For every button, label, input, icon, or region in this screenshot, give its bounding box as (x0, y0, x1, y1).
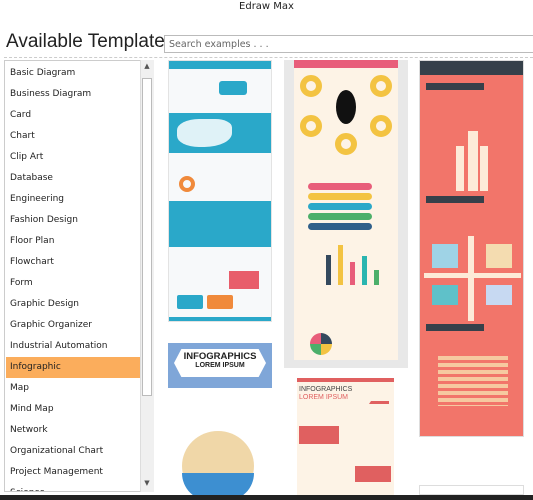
category-item-map[interactable]: Map (6, 378, 140, 399)
category-item-engineering[interactable]: Engineering (6, 189, 140, 210)
template-thumbnail[interactable]: INFOGRAPHICS LOREM IPSUM (297, 378, 394, 500)
template-subtitle: LOREM IPSUM (195, 362, 245, 369)
category-list: Basic Diagram Business Diagram Card Chart Cl… (4, 60, 154, 492)
scroll-up-icon[interactable]: ▲ (142, 62, 152, 74)
template-title: INFOGRAPHICS (183, 351, 257, 362)
category-item-network[interactable]: Network (6, 420, 140, 441)
divider (4, 57, 533, 58)
category-item-organizational-chart[interactable]: Organizational Chart (6, 441, 140, 462)
bottom-bar (0, 495, 533, 500)
search-input[interactable] (164, 35, 533, 53)
category-item-industrial-automation[interactable]: Industrial Automation (6, 336, 140, 357)
category-item-flowchart[interactable]: Flowchart (6, 252, 140, 273)
template-thumbnail[interactable] (419, 485, 524, 495)
category-item-fashion-design[interactable]: Fashion Design (6, 210, 140, 231)
template-thumbnail[interactable] (168, 60, 272, 322)
category-item-graphic-organizer[interactable]: Graphic Organizer (6, 315, 140, 336)
category-item-database[interactable]: Database (6, 168, 140, 189)
category-item-science[interactable]: Science (6, 483, 140, 491)
category-item-chart[interactable]: Chart (6, 126, 140, 147)
template-thumbnail[interactable] (284, 60, 408, 368)
category-item-card[interactable]: Card (6, 105, 140, 126)
category-item-infographic[interactable]: Infographic (6, 357, 140, 378)
template-thumbnail[interactable] (419, 60, 524, 437)
category-item-business-diagram[interactable]: Business Diagram (6, 84, 140, 105)
category-item-project-management[interactable]: Project Management (6, 462, 140, 483)
category-item-form[interactable]: Form (6, 273, 140, 294)
category-item-floor-plan[interactable]: Floor Plan (6, 231, 140, 252)
app-title: Edraw Max (239, 1, 294, 12)
category-item-basic-diagram[interactable]: Basic Diagram (6, 63, 140, 84)
scroll-down-icon[interactable]: ▼ (142, 479, 152, 491)
template-subtitle: LOREM IPSUM (299, 394, 349, 401)
category-item-graphic-design[interactable]: Graphic Design (6, 294, 140, 315)
category-item-mind-map[interactable]: Mind Map (6, 399, 140, 420)
template-title: INFOGRAPHICS (299, 386, 353, 393)
template-thumbnail[interactable]: INFOGRAPHICS LOREM IPSUM (168, 343, 272, 500)
page-title: Available Templates (6, 31, 175, 52)
scrollbar-thumb[interactable] (142, 78, 152, 396)
category-item-clip-art[interactable]: Clip Art (6, 147, 140, 168)
